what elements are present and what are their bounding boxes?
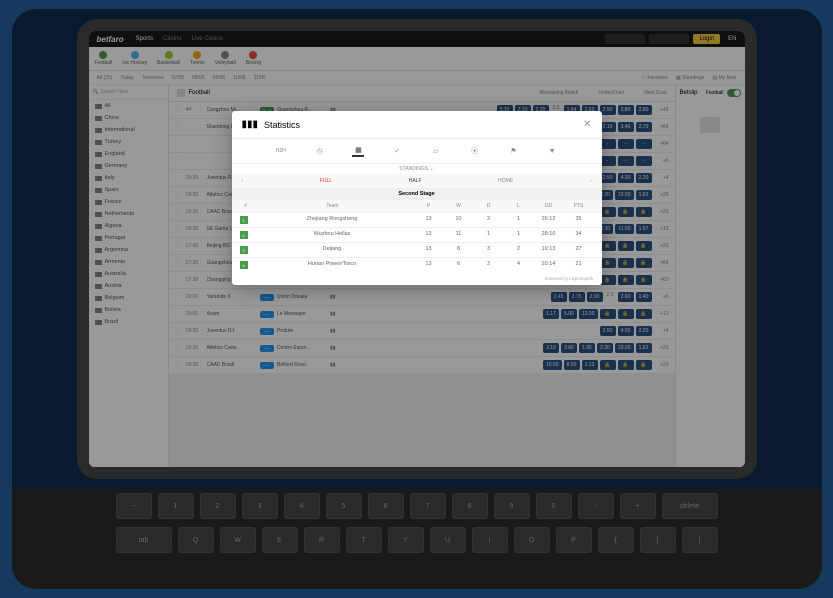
tab-clock[interactable]: ◷: [314, 145, 326, 157]
stats-icon: ▮▮▮: [242, 119, 259, 130]
key[interactable]: ~: [116, 493, 152, 519]
table-header: #Team PW DL GDPTS: [232, 200, 602, 212]
tab-standings[interactable]: ▦: [352, 145, 364, 157]
key[interactable]: Q: [178, 527, 214, 553]
tab-h2h[interactable]: H2H: [275, 145, 287, 157]
table-row: 4Hunan Power/Torco1363420:1421: [232, 257, 602, 272]
key[interactable]: }: [640, 527, 676, 553]
key[interactable]: 6: [368, 493, 404, 519]
table-row: 1Zhejiang Rongsheng13102126:1235: [232, 212, 602, 227]
key[interactable]: {: [598, 527, 634, 553]
statistics-modal: ▮▮▮ Statistics ✕ H2H ◷ ▦ ✓ ▱ ⦿ ⚑ ▼ STAND…: [232, 111, 602, 285]
key[interactable]: +: [620, 493, 656, 519]
key[interactable]: 9: [494, 493, 530, 519]
key[interactable]: 0: [536, 493, 572, 519]
tablet-bezel: betfaro Sports Casino Live Casino Login …: [77, 19, 757, 479]
key[interactable]: W: [220, 527, 256, 553]
screen: betfaro Sports Casino Live Casino Login …: [89, 31, 745, 467]
key[interactable]: U: [430, 527, 466, 553]
modal-tabs: H2H ◷ ▦ ✓ ▱ ⦿ ⚑ ▼: [232, 139, 602, 164]
modal-overlay[interactable]: ▮▮▮ Statistics ✕ H2H ◷ ▦ ✓ ▱ ⦿ ⚑ ▼ STAND…: [89, 31, 745, 467]
key[interactable]: 8: [452, 493, 488, 519]
key[interactable]: 3: [242, 493, 278, 519]
modal-title: Statistics: [264, 120, 300, 130]
key[interactable]: 2: [200, 493, 236, 519]
key[interactable]: 7: [410, 493, 446, 519]
delete-key[interactable]: delete: [662, 493, 718, 519]
key[interactable]: P: [556, 527, 592, 553]
key[interactable]: 5: [326, 493, 362, 519]
table-row: 3Dejiang1383219:1327: [232, 242, 602, 257]
tab-filter[interactable]: ▼: [546, 145, 558, 157]
half-label: HALF: [409, 178, 422, 184]
key[interactable]: O: [514, 527, 550, 553]
close-icon[interactable]: ✕: [583, 119, 591, 130]
device-frame: betfaro Sports Casino Live Casino Login …: [12, 9, 822, 589]
key[interactable]: I: [472, 527, 508, 553]
key[interactable]: R: [304, 527, 340, 553]
key[interactable]: -: [578, 493, 614, 519]
full-label[interactable]: FULL: [320, 178, 332, 184]
tab-flag[interactable]: ⚑: [507, 145, 519, 157]
keyboard: ~1234567890-+delete tabQWERTYUIOP{}|: [12, 489, 822, 589]
tab-check[interactable]: ✓: [391, 145, 403, 157]
table-row: 2Wuzhou Hellas13111128:1034: [232, 227, 602, 242]
modal-footer: powered by LSportspark: [232, 272, 602, 285]
key[interactable]: 4: [284, 493, 320, 519]
tab-card[interactable]: ▱: [430, 145, 442, 157]
tab-key[interactable]: tab: [116, 527, 172, 553]
home-label[interactable]: HOME: [498, 178, 513, 184]
key[interactable]: Y: [388, 527, 424, 553]
key[interactable]: T: [346, 527, 382, 553]
key[interactable]: 1: [158, 493, 194, 519]
stage-label: Second Stage: [232, 188, 602, 200]
half-arrow[interactable]: ‹: [242, 178, 244, 184]
tab-ball[interactable]: ⦿: [469, 145, 481, 157]
home-arrow[interactable]: ›: [590, 178, 592, 184]
key[interactable]: |: [682, 527, 718, 553]
key[interactable]: E: [262, 527, 298, 553]
